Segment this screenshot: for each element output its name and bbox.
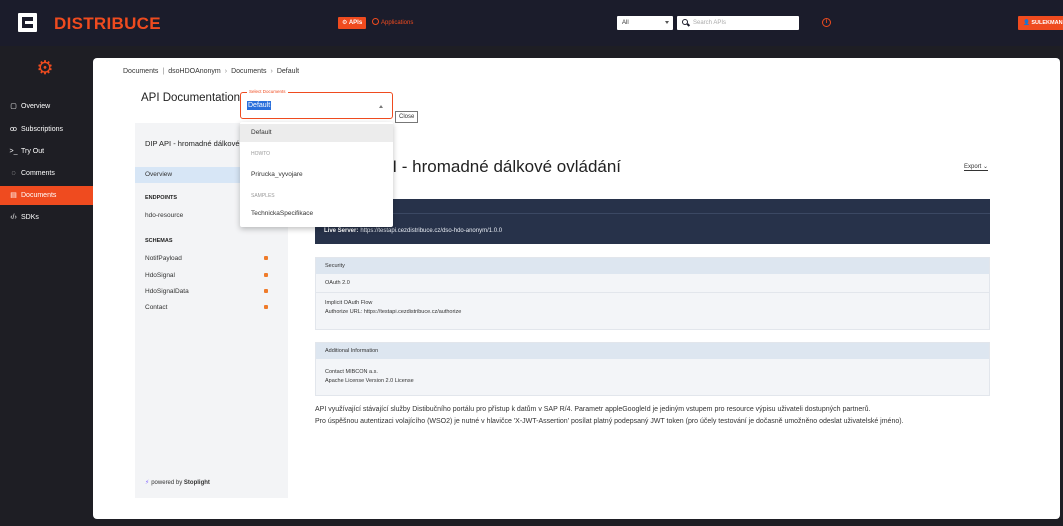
api-description: API využívající stávající služby Distibu…: [315, 404, 995, 428]
top-bar: DISTRIBUCE ⚙ APIs Applications All Searc…: [0, 0, 1063, 46]
description-paragraph: API využívající stávající služby Distibu…: [315, 406, 871, 413]
tab-apis-label: APIs: [348, 20, 363, 26]
sidebar-item-label: Try Out: [21, 148, 45, 155]
doc-heading: PI - hromadné dálkové ovládání: [381, 157, 622, 176]
live-server-url[interactable]: https://testapi.cezdistribuce.cz/dso-hdo…: [360, 228, 502, 234]
schema-label: HdoSignalData: [145, 288, 189, 295]
sidebar-item-label: SDKs: [21, 214, 39, 221]
select-documents-field[interactable]: Select Documents Default: [240, 89, 393, 119]
sidebar-item-overview[interactable]: ▢ Overview: [0, 97, 93, 116]
sidebar-item-label: Subscriptions: [21, 126, 64, 133]
schemas-heading: SCHEMAS: [145, 238, 173, 244]
description-paragraph: Pro úspěšnou autentizaci volajícího (WSO…: [315, 418, 904, 425]
breadcrumb-item: Default: [276, 68, 300, 75]
license-link[interactable]: Apache License Version 2.0 License: [316, 375, 989, 384]
schema-icon: [264, 256, 268, 260]
schema-item[interactable]: NotifPayload: [145, 255, 278, 262]
search-input[interactable]: Search APIs: [677, 16, 799, 30]
close-tooltip: Close: [395, 111, 419, 123]
contact-link[interactable]: Contact MIBCON a.s.: [316, 359, 989, 375]
document-icon: ▤: [10, 192, 17, 199]
dropdown-option-default[interactable]: Default: [240, 124, 393, 142]
endpoints-heading: ENDPOINTS: [145, 195, 178, 201]
terminal-icon: >_: [9, 148, 18, 155]
endpoint-label: hdo-resource: [145, 212, 184, 219]
tab-applications-label: Applications: [381, 20, 414, 26]
code-icon: ‹/›: [10, 214, 17, 221]
schema-item[interactable]: HdoSignalData: [145, 288, 278, 295]
breadcrumb-item[interactable]: dsoHDOAnonym: [168, 68, 221, 75]
live-server-text: Live Server: https://testapi.cezdistribuc…: [324, 228, 502, 234]
sidebar-item-subscriptions[interactable]: ꝏ Subscriptions: [0, 120, 93, 139]
dropdown-option-technicka[interactable]: TechnickaSpecifikace: [240, 210, 393, 217]
sidebar-item-try-out[interactable]: >_ Try Out: [0, 142, 93, 161]
dropdown-group-samples: SAMPLES: [251, 193, 275, 199]
schema-icon: [264, 273, 268, 277]
authorize-url: Authorize URL: https://testapi.cezdistri…: [325, 309, 462, 315]
logo-text[interactable]: DISTRIBUCE: [54, 14, 161, 34]
cez-logo-icon[interactable]: [18, 13, 37, 32]
select-documents-legend: Select Documents: [247, 89, 288, 94]
powered-brand: Stoplight: [183, 480, 210, 486]
select-documents-value: Default: [247, 101, 272, 110]
security-box: Security OAuth 2.0 Implicit OAuth Flow A…: [315, 257, 990, 330]
main-content: Documents | dsoHDOAnonym › Documents › Default…: [93, 58, 1060, 519]
dropdown-group-howto: HOWTO: [251, 151, 271, 157]
powered-prefix: powered by: [151, 480, 183, 486]
filter-value: All: [622, 20, 629, 26]
sidebar-item-label: Comments: [21, 170, 55, 177]
chevron-down-icon: ⌄: [983, 164, 989, 170]
dropdown-option-prirucka[interactable]: Prirucka_vyvojare: [240, 171, 393, 178]
schema-label: Contact: [145, 304, 168, 311]
select-documents-menu: Default HOWTO Prirucka_vyvojare SAMPLES …: [240, 122, 393, 227]
export-button[interactable]: Export ⌄: [964, 163, 989, 171]
additional-info-box: Additional Information Contact MIBCON a.…: [315, 342, 990, 396]
additional-info-heading: Additional Information: [316, 343, 989, 359]
applications-icon: [372, 18, 379, 25]
live-server-box: Live Server: https://testapi.cezdistribuc…: [315, 199, 990, 244]
search-icon: [682, 19, 688, 25]
users-icon: ꝏ: [9, 126, 18, 133]
schema-icon: [264, 289, 268, 293]
powered-by-stoplight[interactable]: ⚡ powered by Stoplight: [145, 479, 210, 486]
schema-icon: [264, 305, 268, 309]
tab-apis[interactable]: ⚙ APIs: [338, 17, 367, 29]
schema-label: HdoSignal: [145, 272, 175, 279]
schema-item[interactable]: HdoSignal: [145, 272, 278, 279]
search-placeholder: Search APIs: [693, 20, 727, 26]
api-filter-select[interactable]: All: [617, 16, 673, 30]
sidebar-item-sdks[interactable]: ‹/› SDKs: [0, 208, 93, 227]
flow-title: Implicit OAuth Flow: [325, 300, 373, 306]
gear-icon: ⚙: [342, 20, 348, 26]
live-server-label: Live Server:: [324, 228, 359, 234]
export-label: Export: [964, 164, 982, 170]
security-heading: Security: [316, 258, 989, 274]
chevron-up-icon[interactable]: [379, 105, 383, 108]
page-title: API Documentation: [141, 92, 241, 104]
sidebar-item-comments[interactable]: ◌ Comments: [0, 164, 93, 183]
user-icon: 👤: [1023, 20, 1030, 26]
tab-applications[interactable]: Applications: [372, 17, 413, 29]
comment-icon: ◌: [11, 170, 16, 177]
sidebar-item-label: Overview: [21, 103, 51, 110]
chevron-down-icon: [665, 21, 669, 24]
grid-icon: ▢: [10, 103, 17, 110]
user-menu-button[interactable]: 👤 SULEKMAN: [1018, 16, 1063, 30]
sidebar-item-label: Documents: [21, 192, 57, 199]
security-scheme: OAuth 2.0: [316, 274, 989, 293]
breadcrumb-item[interactable]: Documents: [123, 68, 158, 75]
left-sidebar: ⚙ ▢ Overview ꝏ Subscriptions >_ Try Out ◌ Co…: [0, 46, 93, 526]
breadcrumb: Documents | dsoHDOAnonym › Documents › Default: [123, 68, 300, 75]
bolt-icon: ⚡: [145, 480, 150, 486]
breadcrumb-item[interactable]: Documents: [231, 68, 266, 75]
api-gear-icon: ⚙: [36, 58, 54, 79]
user-label: SULEKMAN: [1031, 20, 1063, 26]
schema-item[interactable]: Contact: [145, 304, 278, 311]
schema-label: NotifPayload: [145, 255, 182, 262]
doc-nav-title: DIP API - hromadné dálkové ovládání: [145, 139, 245, 148]
help-icon[interactable]: i: [822, 18, 831, 27]
sidebar-item-documents[interactable]: ▤ Documents: [0, 186, 93, 205]
